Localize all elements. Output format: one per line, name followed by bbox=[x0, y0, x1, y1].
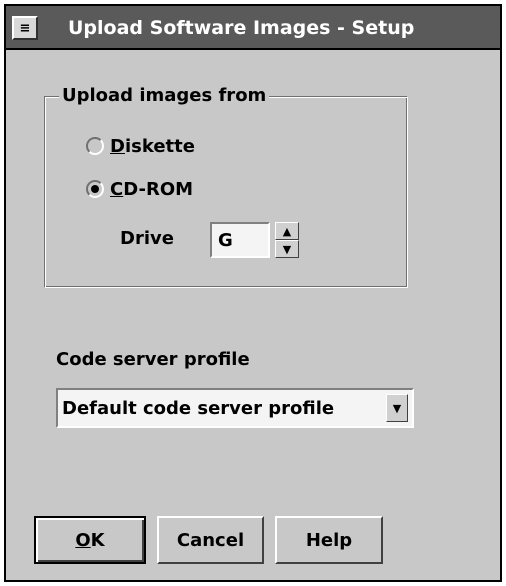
diskette-label-rest: iskette bbox=[124, 135, 195, 157]
cdrom-radio-option[interactable]: CD-ROM bbox=[86, 176, 193, 202]
diskette-radio-label[interactable]: Diskette bbox=[110, 136, 195, 157]
cdrom-label-rest: D-ROM bbox=[123, 178, 194, 200]
diskette-mnemonic: D bbox=[110, 135, 125, 157]
code-server-profile-dropdown[interactable]: Default code server profile ▼ bbox=[56, 388, 414, 428]
spin-up-icon[interactable]: ▲ bbox=[275, 222, 299, 240]
cdrom-radio-button[interactable] bbox=[86, 180, 104, 198]
cdrom-mnemonic: C bbox=[110, 178, 124, 200]
drive-label: Drive bbox=[120, 228, 174, 249]
ok-button[interactable]: OK bbox=[34, 516, 146, 564]
cancel-button[interactable]: Cancel bbox=[157, 516, 264, 564]
diskette-radio-button[interactable] bbox=[86, 137, 104, 155]
diskette-radio-option[interactable]: Diskette bbox=[86, 133, 195, 159]
code-server-profile-value[interactable]: Default code server profile bbox=[58, 398, 386, 419]
spin-down-icon[interactable]: ▼ bbox=[275, 240, 299, 258]
ok-mnemonic: O bbox=[75, 529, 91, 551]
code-server-profile-label: Code server profile bbox=[56, 349, 250, 370]
window-title: Upload Software Images - Setup bbox=[68, 17, 415, 39]
sysmenu-icon[interactable]: ≡ bbox=[12, 16, 38, 40]
ok-label-rest: K bbox=[90, 529, 105, 551]
title-bar: ≡ Upload Software Images - Setup bbox=[6, 6, 500, 50]
drive-spin-button[interactable]: ▲ ▼ bbox=[275, 222, 299, 258]
cdrom-radio-label[interactable]: CD-ROM bbox=[110, 179, 193, 200]
help-button[interactable]: Help bbox=[275, 516, 383, 564]
upload-source-group-title: Upload images from bbox=[59, 85, 270, 106]
drive-input[interactable] bbox=[210, 222, 270, 258]
dropdown-arrow-icon[interactable]: ▼ bbox=[386, 394, 408, 422]
